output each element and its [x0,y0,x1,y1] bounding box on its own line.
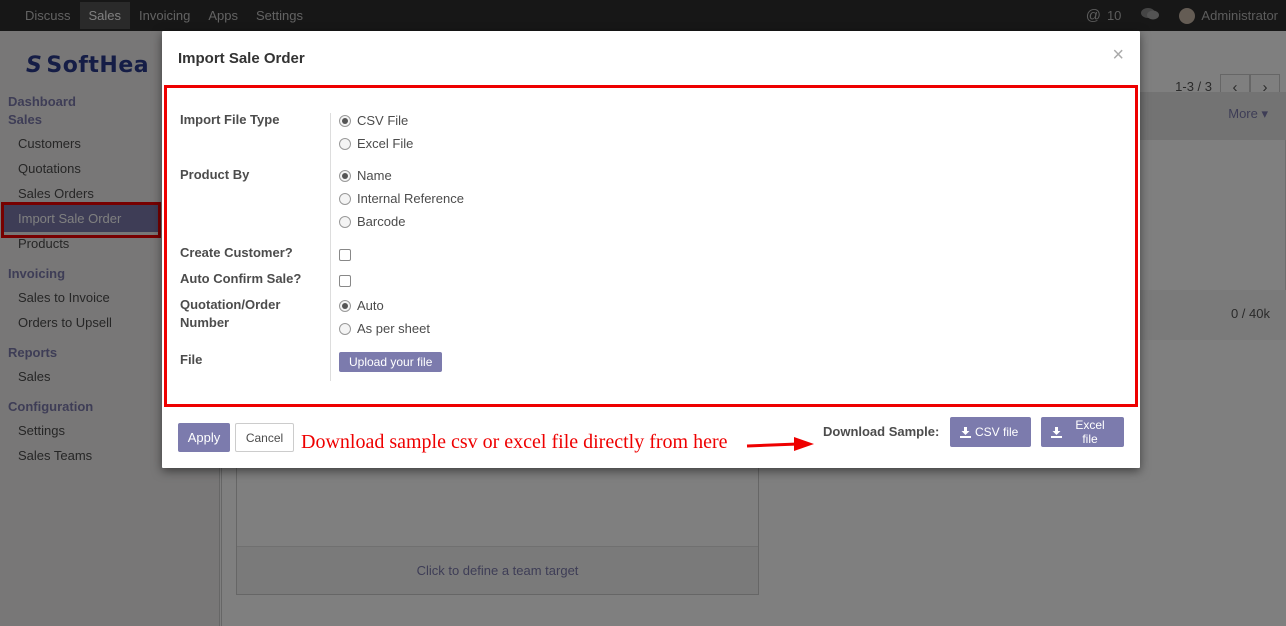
auto-confirm-label: Auto Confirm Sale? [180,271,302,286]
file-type-label: Import File Type [180,112,280,127]
download-excel-button[interactable]: Excel file [1041,417,1124,447]
radio-order-number-auto[interactable]: Auto [339,298,384,313]
form-divider [330,113,331,381]
radio-selected-icon[interactable] [339,299,351,312]
order-number-label: Quotation/Order Number [180,297,281,330]
modal-title: Import Sale Order [178,50,305,67]
create-customer-checkbox[interactable] [339,249,351,261]
download-csv-button[interactable]: CSV file [950,417,1031,447]
modal-footer: Apply Cancel Download sample csv or exce… [162,407,1140,468]
create-customer-label: Create Customer? [180,245,293,260]
radio-selected-icon[interactable] [339,114,351,127]
radio-product-name[interactable]: Name [339,168,392,183]
file-label: File [180,352,203,367]
radio-unselected-icon[interactable] [339,192,351,205]
radio-excel-file[interactable]: Excel File [339,136,413,151]
arrow-right-icon [746,437,814,451]
close-icon[interactable]: × [1112,45,1124,65]
radio-order-number-sheet[interactable]: As per sheet [339,321,430,336]
cancel-button[interactable]: Cancel [235,423,294,452]
radio-selected-icon[interactable] [339,169,351,182]
radio-unselected-icon[interactable] [339,137,351,150]
radio-csv-file[interactable]: CSV File [339,113,408,128]
download-icon [960,426,971,438]
import-sale-order-dialog: Import Sale Order × Import File Type CSV… [162,31,1140,468]
annotation-text: Download sample csv or excel file direct… [301,431,728,453]
radio-unselected-icon[interactable] [339,215,351,228]
import-form: Import File Type CSV File Excel File Pro… [164,85,1138,407]
download-sample-label: Download Sample: [823,424,940,439]
product-by-label: Product By [180,167,250,182]
radio-product-barcode[interactable]: Barcode [339,214,405,229]
apply-button[interactable]: Apply [178,423,230,452]
upload-file-button[interactable]: Upload your file [339,352,443,372]
radio-product-internal-reference[interactable]: Internal Reference [339,191,464,206]
radio-unselected-icon[interactable] [339,322,351,335]
download-icon [1051,426,1062,438]
auto-confirm-checkbox[interactable] [339,275,351,287]
